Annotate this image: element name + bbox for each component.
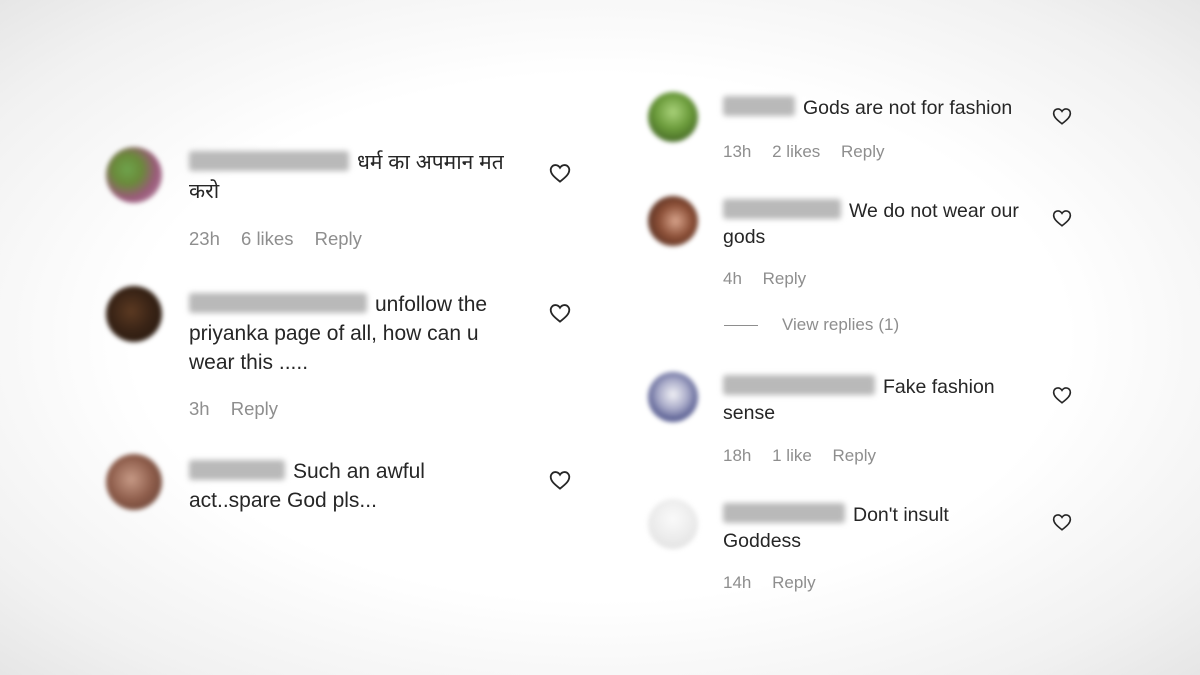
blurred-username[interactable] <box>723 375 875 395</box>
comment-text-block: unfollow the priyanka page of all, how c… <box>189 290 519 377</box>
reply-button[interactable]: Reply <box>841 142 884 161</box>
view-replies-button[interactable]: View replies (1) <box>724 315 899 335</box>
comment-meta: 14h Reply <box>723 573 832 593</box>
like-icon[interactable] <box>1052 386 1072 404</box>
reply-button[interactable]: Reply <box>763 269 806 288</box>
comment-text-block: We do not wear our gods <box>723 198 1023 250</box>
comment-text-block: Such an awful act..spare God pls... <box>189 457 489 515</box>
comment-likes[interactable]: 1 like <box>772 446 812 465</box>
like-icon[interactable] <box>549 163 571 183</box>
like-icon[interactable] <box>1052 107 1072 125</box>
avatar[interactable] <box>648 372 698 422</box>
like-icon[interactable] <box>549 303 571 323</box>
reply-button[interactable]: Reply <box>231 398 278 419</box>
avatar[interactable] <box>648 92 698 142</box>
avatar[interactable] <box>648 196 698 246</box>
view-replies-label: View replies <box>782 315 874 334</box>
reply-button[interactable]: Reply <box>833 446 876 465</box>
reply-button[interactable]: Reply <box>315 228 362 249</box>
reply-button[interactable]: Reply <box>772 573 815 592</box>
like-icon[interactable] <box>1052 209 1072 227</box>
comment-time: 14h <box>723 573 752 592</box>
blurred-username[interactable] <box>723 96 795 116</box>
comment-meta: 18h 1 like Reply <box>723 446 892 466</box>
comment-time: 4h <box>723 269 742 288</box>
divider-line <box>724 325 758 327</box>
comment-likes[interactable]: 6 likes <box>241 228 293 249</box>
comment-text-block: Gods are not for fashion <box>723 95 1033 121</box>
like-icon[interactable] <box>549 470 571 490</box>
comment-text: Gods are not for fashion <box>803 97 1013 119</box>
comment-text-block: Fake fashion sense <box>723 374 1023 426</box>
avatar[interactable] <box>106 286 162 342</box>
blurred-username[interactable] <box>189 151 349 171</box>
comment-meta: 3h Reply <box>189 398 294 420</box>
comment-text-block: Don't insult Goddess <box>723 502 1023 554</box>
comment-meta: 4h Reply <box>723 269 822 289</box>
comment-meta: 13h 2 likes Reply <box>723 142 901 162</box>
comment-time: 3h <box>189 398 210 419</box>
comment-meta: 23h 6 likes Reply <box>189 228 378 250</box>
blurred-username[interactable] <box>189 460 285 480</box>
comment-time: 23h <box>189 228 220 249</box>
like-icon[interactable] <box>1052 513 1072 531</box>
comment-time: 18h <box>723 446 752 465</box>
blurred-username[interactable] <box>189 293 367 313</box>
view-replies-count: (1) <box>878 315 900 334</box>
blurred-username[interactable] <box>723 199 841 219</box>
comment-likes[interactable]: 2 likes <box>772 142 820 161</box>
avatar[interactable] <box>106 454 162 510</box>
avatar[interactable] <box>106 147 162 203</box>
blurred-username[interactable] <box>723 503 845 523</box>
comment-text-block: धर्म का अपमान मत करो <box>189 148 519 206</box>
avatar[interactable] <box>648 499 698 549</box>
comment-time: 13h <box>723 142 752 161</box>
